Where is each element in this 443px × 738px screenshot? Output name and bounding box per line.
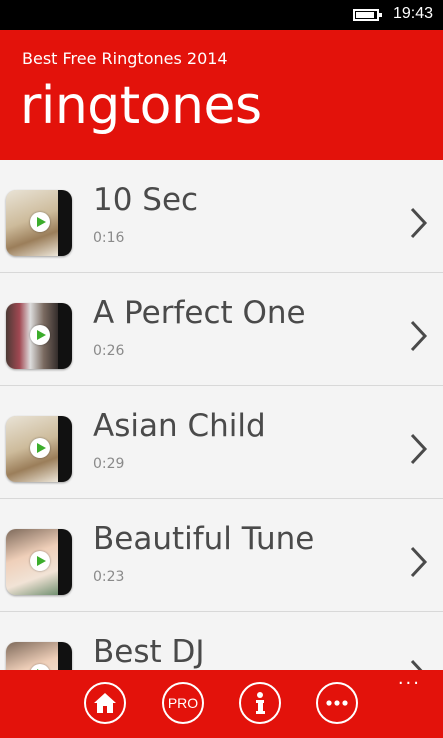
ringtone-row[interactable]: Asian Child 0:29 xyxy=(0,386,443,499)
ringtone-thumbnail[interactable] xyxy=(6,529,72,595)
ringtone-thumbnail[interactable] xyxy=(6,190,72,256)
ellipsis-icon xyxy=(326,700,348,706)
ringtone-thumbnail[interactable] xyxy=(6,416,72,482)
chevron-right-icon[interactable] xyxy=(407,206,429,240)
app-name: Best Free Ringtones 2014 xyxy=(22,49,228,68)
home-button[interactable] xyxy=(84,682,126,724)
overflow-menu-dots[interactable]: ... xyxy=(398,670,421,688)
chevron-right-icon[interactable] xyxy=(407,432,429,466)
ringtone-row[interactable]: 10 Sec 0:16 xyxy=(0,160,443,273)
play-icon[interactable] xyxy=(30,438,50,458)
chevron-right-icon[interactable] xyxy=(407,319,429,353)
play-icon[interactable] xyxy=(30,212,50,232)
ringtone-title: 10 Sec xyxy=(93,182,199,218)
play-icon[interactable] xyxy=(30,325,50,345)
ringtone-duration: 0:26 xyxy=(93,343,125,359)
battery-icon xyxy=(353,9,382,21)
ringtone-title: Beautiful Tune xyxy=(93,521,315,557)
app-header: Best Free Ringtones 2014 ringtones xyxy=(0,30,443,160)
page-title: ringtones xyxy=(20,76,262,136)
ringtone-row[interactable]: Beautiful Tune 0:23 xyxy=(0,499,443,612)
ringtone-row[interactable]: Best DJ xyxy=(0,612,443,670)
ringtone-duration: 0:23 xyxy=(93,569,125,585)
ringtone-duration: 0:29 xyxy=(93,456,125,472)
ringtone-list[interactable]: 10 Sec 0:16 A Perfect One 0:26 Asian Chi… xyxy=(0,160,443,670)
status-bar: 19:43 xyxy=(0,0,443,30)
ringtone-title: Asian Child xyxy=(93,408,266,444)
info-icon xyxy=(256,692,265,714)
info-button[interactable] xyxy=(239,682,281,724)
status-clock: 19:43 xyxy=(392,5,433,22)
app-bar: PRO ... xyxy=(0,670,443,738)
ringtone-thumbnail[interactable] xyxy=(6,303,72,369)
play-icon[interactable] xyxy=(30,551,50,571)
pro-label: PRO xyxy=(167,695,199,711)
chevron-right-icon[interactable] xyxy=(407,545,429,579)
more-button[interactable] xyxy=(316,682,358,724)
ringtone-row[interactable]: A Perfect One 0:26 xyxy=(0,273,443,386)
ringtone-title: Best DJ xyxy=(93,634,205,670)
pro-button[interactable]: PRO xyxy=(162,682,204,724)
home-icon xyxy=(94,693,116,713)
ringtone-title: A Perfect One xyxy=(93,295,306,331)
ringtone-duration: 0:16 xyxy=(93,230,125,246)
ringtone-thumbnail[interactable] xyxy=(6,642,72,670)
